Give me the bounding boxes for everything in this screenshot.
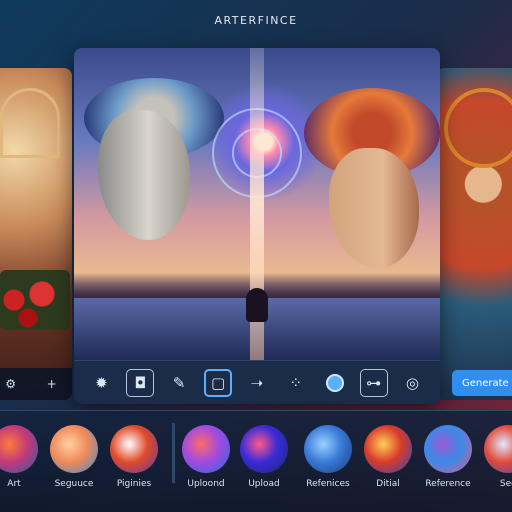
thumbnail-image [364, 425, 412, 473]
left-statue-face [98, 110, 190, 240]
app-title: ARTERFINCE [214, 14, 298, 27]
thumbnail-strip: Art Seguuce Piginies Uploond Upload Refenices… [0, 410, 512, 512]
sun-icon[interactable]: ✹ [87, 369, 115, 397]
thumbnail-item[interactable]: Seguuce [46, 425, 102, 489]
brush-icon[interactable]: ✎ [165, 369, 193, 397]
square-select-icon[interactable]: ▢ [204, 368, 233, 397]
main-toolbar: ✹ ◘ ✎ ▢ ➝ ⁘ ⊶ ◎ [74, 360, 440, 404]
thumbnail-label: Ditial [376, 479, 400, 489]
thumbnail-label: Uploond [187, 479, 225, 489]
main-artwork-card: ✹ ◘ ✎ ▢ ➝ ⁘ ⊶ ◎ [74, 48, 440, 404]
thumbnail-image [50, 425, 98, 473]
halo-decoration [444, 88, 512, 168]
crop-frame-icon[interactable]: ◘ [126, 368, 155, 397]
left-panel-toolbar: ⚙ + [0, 368, 72, 400]
thumbnail-label: Seguuce [54, 479, 94, 489]
thumbnail-item[interactable]: Reference [420, 425, 476, 489]
plus-icon[interactable]: + [47, 377, 57, 391]
thumbnail-label: Sec [499, 479, 512, 489]
settings-icon[interactable]: ⚙ [5, 377, 16, 391]
main-artwork-image[interactable] [74, 48, 440, 360]
thumbnail-image [110, 425, 158, 473]
link-icon[interactable]: ⊶ [359, 368, 388, 397]
thumbnail-item[interactable]: Art [0, 425, 42, 489]
thumbnail-label: Art [7, 479, 21, 489]
thumbnail-item[interactable]: Upload [236, 425, 292, 489]
thumbnail-label: Upload [248, 479, 280, 489]
target-icon[interactable]: ◎ [398, 369, 426, 397]
thumbnail-item[interactable]: Uploond [178, 425, 234, 489]
thumbnail-item[interactable]: Piginies [106, 425, 162, 489]
flowers-decoration [0, 270, 70, 330]
thumbnail-item[interactable]: Sec [480, 425, 512, 489]
thumbnail-image [484, 425, 512, 473]
thumbnail-image [182, 425, 230, 473]
thumbnail-image [0, 425, 38, 473]
nodes-icon[interactable]: ⁘ [282, 369, 310, 397]
strip-divider [172, 423, 175, 483]
right-face [329, 148, 419, 268]
thumbnail-label: Refenices [306, 479, 350, 489]
generate-button[interactable]: Generate [452, 370, 512, 396]
arrow-right-icon[interactable]: ➝ [243, 369, 271, 397]
thumbnail-label: Reference [425, 479, 471, 489]
thumbnail-image [304, 425, 352, 473]
meditating-figure [246, 288, 268, 322]
thumbnail-item[interactable]: Refenices [300, 425, 356, 489]
thumbnail-image [240, 425, 288, 473]
thumbnail-label: Piginies [116, 479, 152, 489]
thumbnail-image [424, 425, 472, 473]
left-artwork-panel[interactable]: ⚙ + [0, 68, 72, 400]
right-artwork-panel[interactable] [436, 68, 512, 400]
thumbnail-item[interactable]: Ditial [360, 425, 416, 489]
color-dot [325, 373, 344, 392]
arch-decoration [0, 88, 60, 158]
color-circle-icon[interactable] [321, 369, 349, 397]
